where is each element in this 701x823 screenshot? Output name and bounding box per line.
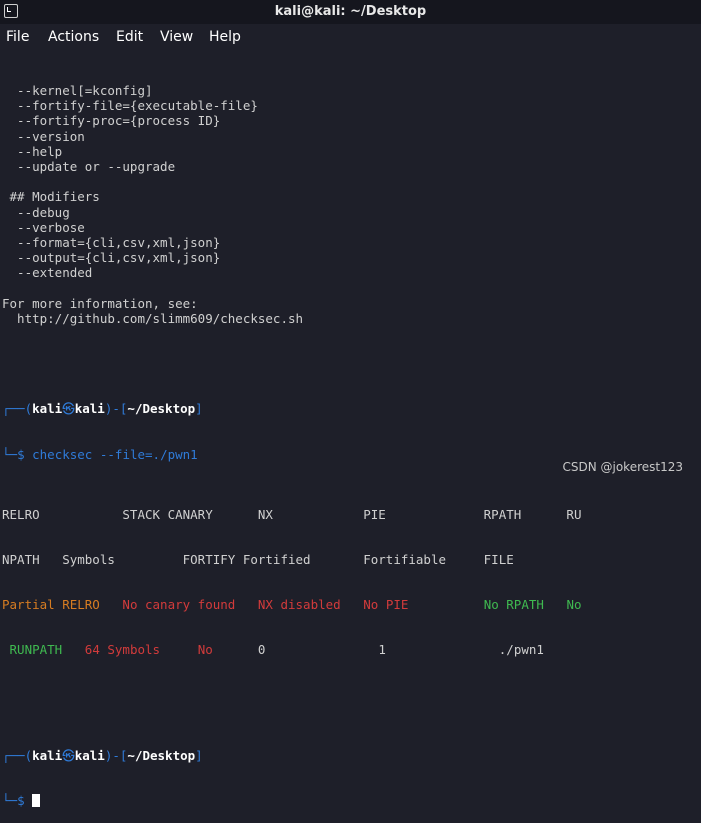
help-line: --debug bbox=[2, 204, 70, 220]
terminal-output[interactable]: --kernel[=kconfig] --fortify-file={execu… bbox=[2, 53, 701, 808]
help-line: --extended bbox=[2, 265, 93, 281]
text-cursor bbox=[32, 793, 41, 807]
help-line: --verbose bbox=[2, 219, 85, 235]
menu-actions[interactable]: Actions bbox=[48, 29, 99, 45]
menu-help[interactable]: Help bbox=[209, 29, 241, 45]
command-name: checksec bbox=[32, 446, 93, 462]
help-line: --fortify-proc={process ID} bbox=[2, 113, 221, 129]
watermark: CSDN @jokerest123 bbox=[562, 460, 683, 474]
input-line[interactable]: └─$ bbox=[2, 793, 701, 808]
checksec-header-1: RELRO STACK CANARY NX PIE RPATH RU bbox=[2, 506, 582, 522]
help-line bbox=[2, 174, 701, 189]
help-line: http://github.com/slimm609/checksec.sh bbox=[2, 310, 304, 326]
help-line: --output={cli,csv,xml,json} bbox=[2, 250, 221, 266]
help-line: For more information, see: bbox=[2, 295, 198, 311]
help-line: --fortify-file={executable-file} bbox=[2, 98, 258, 114]
checksec-result-2: RUNPATH 64 Symbols No 0 1 ./pwn1 bbox=[9, 642, 544, 658]
help-line: --help bbox=[2, 143, 63, 159]
window-titlebar: kali@kali: ~/Desktop bbox=[0, 0, 701, 24]
prompt-line: ┌──(kali㉿kali)-[~/Desktop] bbox=[2, 747, 203, 763]
checksec-result-1: Partial RELRO No canary found NX disable… bbox=[2, 597, 582, 613]
checksec-header-2: NPATH Symbols FORTIFY Fortified Fortifia… bbox=[2, 551, 514, 567]
menu-edit[interactable]: Edit bbox=[116, 29, 143, 45]
menu-view[interactable]: View bbox=[160, 29, 193, 45]
window-title: kali@kali: ~/Desktop bbox=[274, 4, 427, 19]
command-args: --file=./pwn1 bbox=[99, 446, 198, 462]
help-line bbox=[2, 280, 701, 295]
help-line: --kernel[=kconfig] bbox=[2, 83, 153, 98]
menu-file[interactable]: File bbox=[6, 29, 29, 45]
menu-bar: File Actions Edit View Help bbox=[0, 24, 701, 52]
help-line: --update or --upgrade bbox=[2, 158, 176, 174]
help-line: --format={cli,csv,xml,json} bbox=[2, 234, 221, 250]
prompt-line: ┌──(kali㉿kali)-[~/Desktop] bbox=[2, 401, 203, 417]
help-line bbox=[2, 326, 701, 341]
help-text-block: --kernel[=kconfig] --fortify-file={execu… bbox=[2, 83, 701, 356]
help-line: --version bbox=[2, 128, 85, 144]
help-line: ## Modifiers bbox=[2, 189, 100, 205]
help-line bbox=[2, 341, 701, 356]
